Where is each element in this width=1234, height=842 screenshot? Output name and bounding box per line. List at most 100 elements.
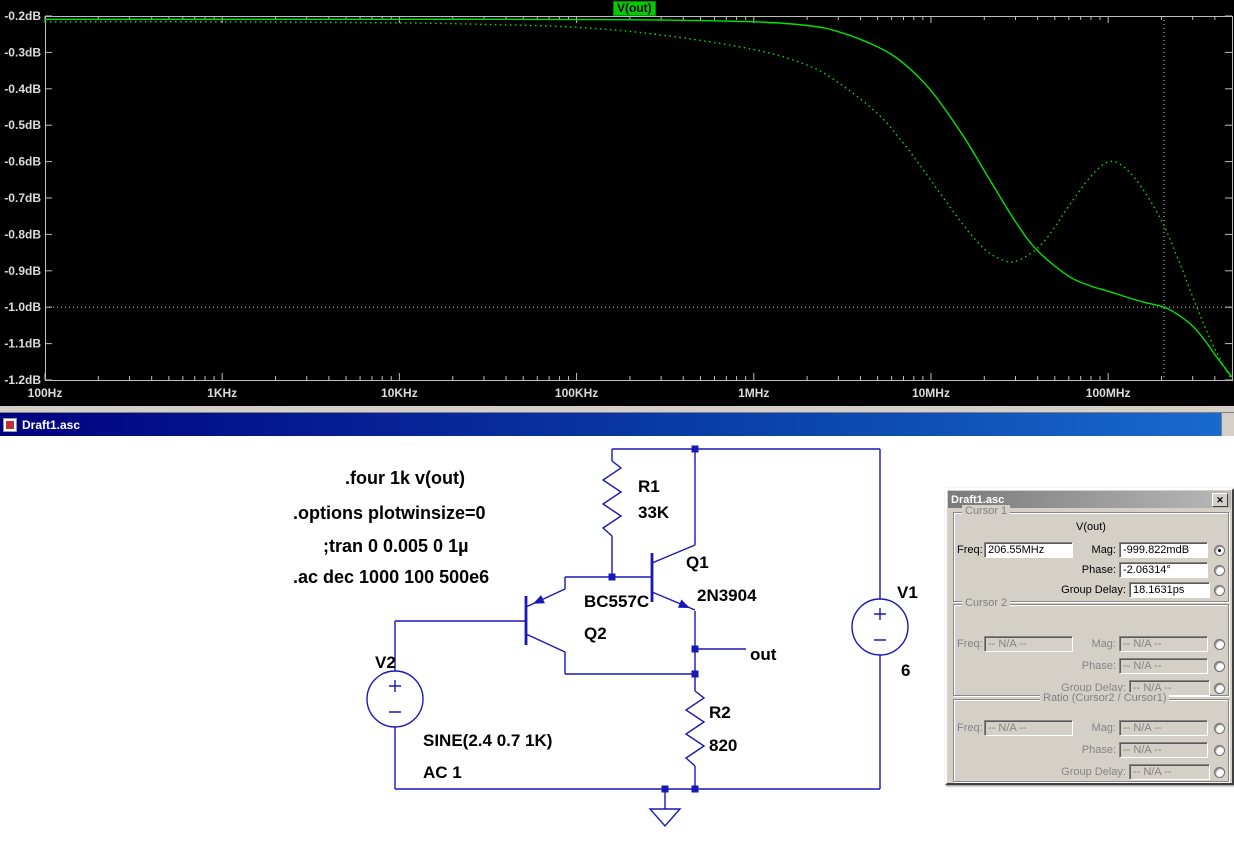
trace-label-vout[interactable]: V(out) xyxy=(613,1,656,16)
cursor1-phase-field[interactable]: -2.06314° xyxy=(1119,562,1208,578)
cursor1-legend: Cursor 1 xyxy=(962,505,1011,517)
label-q1-name[interactable]: Q1 xyxy=(686,553,709,572)
cursor1-phase-radio[interactable] xyxy=(1214,564,1225,576)
ratio-group-delay-label: Group Delay: xyxy=(1061,766,1126,778)
close-button[interactable] xyxy=(1212,492,1228,507)
ratio-phase-radio[interactable] xyxy=(1214,744,1225,756)
cursor2-phase-label: Phase: xyxy=(1081,660,1116,672)
y-axis-tick-label: -0.9dB xyxy=(4,264,41,278)
cursor1-phase-label: Phase: xyxy=(1081,564,1116,576)
ratio-freq-label: Freq: xyxy=(957,722,983,734)
cursor1-freq-field[interactable]: 206.55MHz xyxy=(984,542,1073,558)
x-axis-tick-label: 100KHz xyxy=(555,386,598,400)
ratio-legend: Ratio (Cursor2 / Cursor1) xyxy=(1040,692,1170,704)
cursor1-freq-label: Freq: xyxy=(957,544,983,556)
npn-emitter-arrow-icon xyxy=(678,599,690,608)
label-v2-name[interactable]: V2 xyxy=(375,653,396,672)
ratio-phase-label: Phase: xyxy=(1081,744,1116,756)
y-axis-tick-label: -0.5dB xyxy=(4,118,41,132)
cursor2-phase-radio[interactable] xyxy=(1214,660,1225,672)
cursor2-group-delay-radio[interactable] xyxy=(1214,682,1225,694)
x-axis-tick-label: 100Hz xyxy=(28,386,63,400)
cursor1-group-delay-label: Group Delay: xyxy=(1061,584,1126,596)
cursor1-mag-label: Mag: xyxy=(1091,544,1116,556)
trace-solid[interactable] xyxy=(45,18,1233,378)
cursor2-phase-field: -- N/A -- xyxy=(1119,658,1208,674)
cursor2-legend: Cursor 2 xyxy=(962,597,1011,609)
ground-symbol[interactable] xyxy=(648,808,682,828)
y-axis-tick-label: -0.7dB xyxy=(4,191,41,205)
window-title: Draft1.asc xyxy=(22,417,81,432)
cursor2-mag-label: Mag: xyxy=(1091,638,1116,650)
ratio-group-delay-radio[interactable] xyxy=(1214,766,1225,778)
app-icon xyxy=(3,417,17,432)
pnp-emitter-arrow-icon xyxy=(533,595,545,604)
cursor1-group-delay-field[interactable]: 18.1631ps xyxy=(1128,582,1210,598)
close-icon xyxy=(1216,494,1224,506)
cursor2-group: Cursor 2 Freq: -- N/A -- Mag: -- N/A -- … xyxy=(953,597,1229,696)
y-axis-tick-label: -0.3dB xyxy=(4,45,41,59)
x-axis-tick-label: 1KHz xyxy=(207,386,237,400)
y-axis-tick-label: -0.2dB xyxy=(4,9,41,23)
ratio-group-delay-field: -- N/A -- xyxy=(1128,764,1210,780)
y-axis-tick-label: -0.8dB xyxy=(4,227,41,241)
wire-junctions xyxy=(608,445,699,793)
cursor1-group-delay-radio[interactable] xyxy=(1214,584,1225,596)
y-axis-tick-label: -0.6dB xyxy=(4,155,41,169)
x-axis-tick-label: 1MHz xyxy=(738,386,769,400)
label-q2-type[interactable]: BC557C xyxy=(584,592,649,611)
label-v1-name[interactable]: V1 xyxy=(897,583,918,602)
label-q1-type[interactable]: 2N3904 xyxy=(697,586,757,605)
label-r2-name[interactable]: R2 xyxy=(709,703,731,722)
x-axis-tick-label: 10MHz xyxy=(912,386,950,400)
label-r1-value[interactable]: 33K xyxy=(638,503,670,522)
voltage-source-V1[interactable] xyxy=(851,598,909,656)
transistor-Q2[interactable] xyxy=(524,588,566,653)
schematic-window-titlebar[interactable]: Draft1.asc xyxy=(0,413,1234,436)
ltspice-screen: -0.2dB -0.3dB -0.4dB -0.5dB -0.6dB -0.7dB -0.8… xyxy=(0,0,1234,842)
cursor1-trace-name: V(out) xyxy=(1076,521,1106,533)
ratio-freq-field: -- N/A -- xyxy=(984,720,1073,736)
y-axis-tick-label: -1.2dB xyxy=(4,373,41,387)
label-v1-value[interactable]: 6 xyxy=(901,661,910,680)
label-v2-value[interactable]: SINE(2.4 0.7 1K) xyxy=(423,731,552,750)
directive-tran[interactable]: ;tran 0 0.005 0 1µ xyxy=(323,536,468,556)
cursor2-mag-field: -- N/A -- xyxy=(1119,636,1208,652)
waveform-pane[interactable]: -0.2dB -0.3dB -0.4dB -0.5dB -0.6dB -0.7dB -0.8… xyxy=(0,0,1234,406)
spice-directives[interactable]: .four 1k v(out) .options plotwinsize=0 ;… xyxy=(293,468,489,587)
cursor-dialog-title: Draft1.asc xyxy=(951,493,1005,506)
label-r1-name[interactable]: R1 xyxy=(638,477,660,496)
label-q2-name[interactable]: Q2 xyxy=(584,624,607,643)
plot-frame xyxy=(45,16,1233,381)
cursor1-group: Cursor 1 V(out) Freq: 206.55MHz Mag: -99… xyxy=(953,505,1229,602)
voltage-source-V2[interactable] xyxy=(366,670,424,728)
cursor1-mag-radio[interactable] xyxy=(1214,544,1225,556)
label-r2-value[interactable]: 820 xyxy=(709,736,737,755)
ratio-group: Ratio (Cursor2 / Cursor1) Freq: -- N/A -… xyxy=(953,692,1229,782)
waveform-plot[interactable]: -0.2dB -0.3dB -0.4dB -0.5dB -0.6dB -0.7dB -0.8… xyxy=(0,0,1234,406)
directive-options[interactable]: .options plotwinsize=0 xyxy=(293,503,486,523)
cursor-readout-dialog[interactable]: Draft1.asc Cursor 1 V(out) Freq: 206.55M… xyxy=(945,488,1234,785)
label-net-out[interactable]: out xyxy=(750,645,777,664)
ratio-mag-field: -- N/A -- xyxy=(1119,720,1208,736)
cursor2-freq-label: Freq: xyxy=(957,638,983,650)
label-v2-ac[interactable]: AC 1 xyxy=(423,763,462,782)
ratio-mag-label: Mag: xyxy=(1091,722,1116,734)
y-axis-tick-label: -0.4dB xyxy=(4,82,41,96)
ratio-phase-field: -- N/A -- xyxy=(1119,742,1208,758)
x-axis-tick-label: 100MHz xyxy=(1086,386,1131,400)
y-axis-tick-label: -1.1dB xyxy=(4,337,41,351)
cursor1-mag-field[interactable]: -999.822mdB xyxy=(1119,542,1208,558)
resistor-R2[interactable] xyxy=(684,690,706,767)
ratio-mag-radio[interactable] xyxy=(1214,722,1225,734)
resistor-R1[interactable] xyxy=(601,460,623,537)
cursor2-mag-radio[interactable] xyxy=(1214,638,1225,650)
directive-four[interactable]: .four 1k v(out) xyxy=(345,468,465,488)
trace-dotted[interactable] xyxy=(44,21,1233,381)
directive-ac[interactable]: .ac dec 1000 100 500e6 xyxy=(293,567,489,587)
window-controls[interactable] xyxy=(1221,413,1234,436)
y-axis-tick-label: -1.0dB xyxy=(4,300,41,314)
window-border xyxy=(0,406,1234,413)
x-axis-tick-label: 10KHz xyxy=(381,386,418,400)
cursor2-freq-field: -- N/A -- xyxy=(984,636,1073,652)
